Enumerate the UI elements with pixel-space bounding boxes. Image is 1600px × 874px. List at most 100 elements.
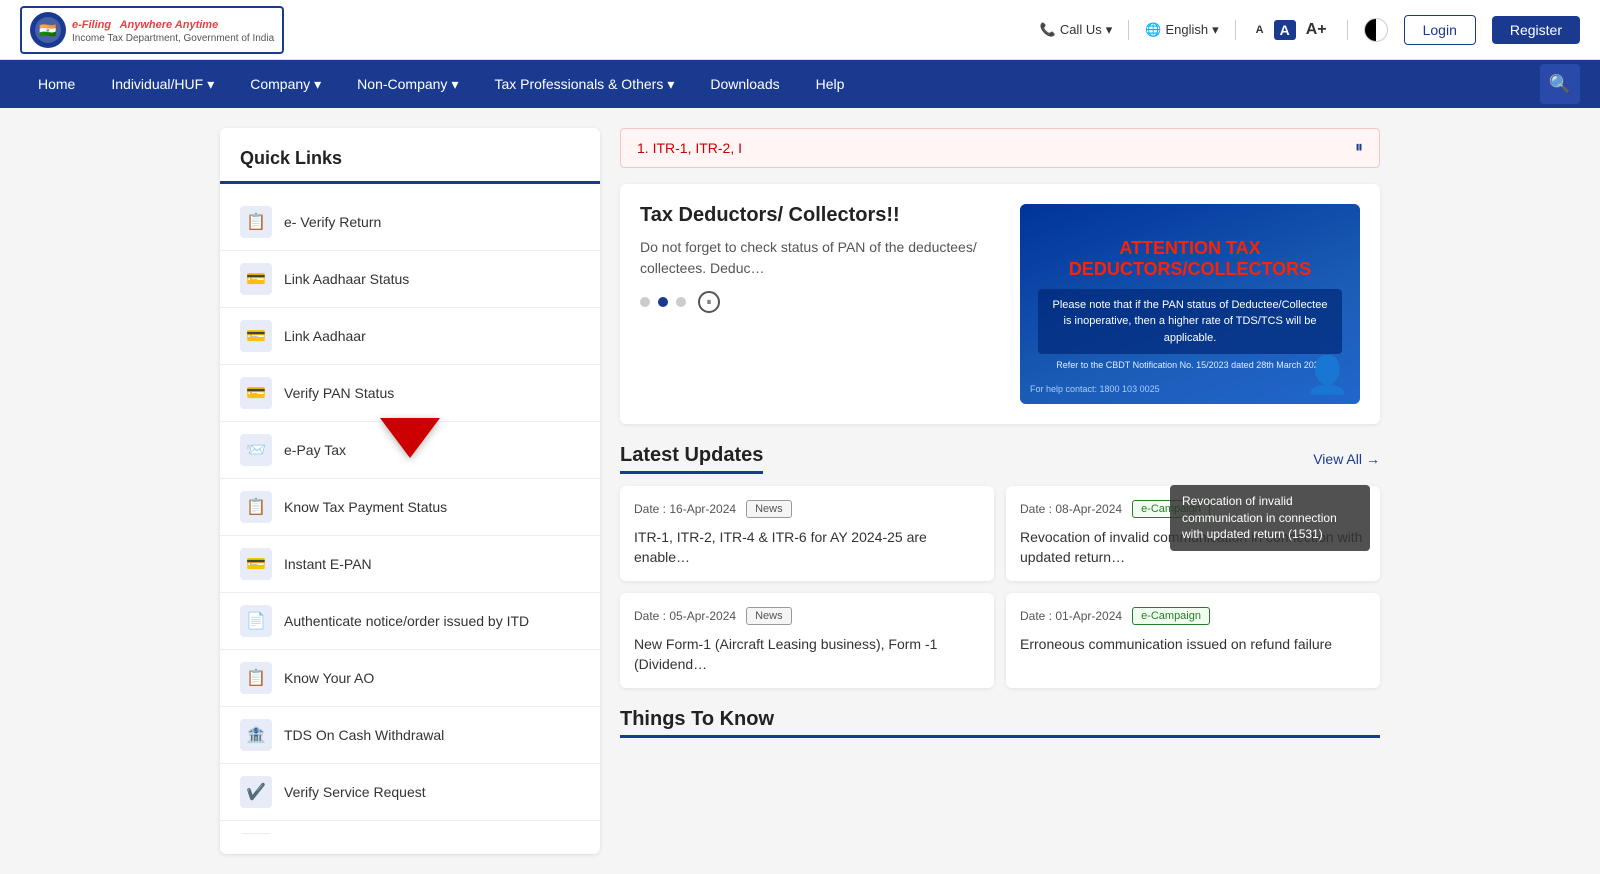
epay-tax-icon: 📨 [240, 434, 272, 466]
tax-payment-status-icon: 📋 [240, 491, 272, 523]
verify-service-label: Verify Service Request [284, 784, 426, 800]
ticker-bar: 1. ITR-1, ITR-2, I ⏸ [620, 128, 1380, 168]
link-aadhaar-label: Link Aadhaar [284, 328, 366, 344]
list-item[interactable]: 🏦 TDS On Cash Withdrawal [220, 707, 600, 764]
update-card[interactable]: Date : 05-Apr-2024 News New Form-1 (Airc… [620, 593, 994, 688]
update-card[interactable]: Date : 01-Apr-2024 e-Campaign Erroneous … [1006, 593, 1380, 688]
nav-home-label: Home [38, 76, 75, 92]
list-item[interactable]: 💳 Link Aadhaar Status [220, 251, 600, 308]
ticker-text: 1. ITR-1, ITR-2, I [637, 140, 742, 156]
font-large-button[interactable]: A+ [1302, 19, 1331, 41]
update-text-1: ITR-1, ITR-2, ITR-4 & ITR-6 for AY 2024-… [634, 528, 980, 567]
carousel-dot-1[interactable] [640, 297, 650, 307]
top-header: 🇮🇳 e-Filing Anywhere Anytime Income Tax … [0, 0, 1600, 60]
nav-help-label: Help [816, 76, 845, 92]
logo-text: e-Filing Anywhere Anytime Income Tax Dep… [72, 15, 274, 44]
things-to-know-title: Things To Know [620, 708, 1380, 738]
e-verify-label: e- Verify Return [284, 214, 381, 230]
view-all-button[interactable]: View All → [1313, 451, 1380, 467]
search-button[interactable]: 🔍 [1540, 64, 1580, 104]
update-text-4: Erroneous communication issued on refund… [1020, 635, 1366, 655]
nav-individual[interactable]: Individual/HUF ▾ [93, 60, 232, 108]
call-us-button[interactable]: 📞 Call Us ▾ [1040, 22, 1113, 38]
list-item[interactable]: 💳 Instant E-PAN [220, 536, 600, 593]
header-right: 📞 Call Us ▾ 🌐 English ▾ A A A+ Login Reg… [1040, 15, 1580, 45]
update-tag-news-1: News [746, 500, 792, 518]
latest-updates-title: Latest Updates [620, 444, 763, 474]
tax-payment-status-label: Know Tax Payment Status [284, 499, 447, 515]
search-icon: 🔍 [1549, 74, 1571, 95]
login-button[interactable]: Login [1404, 15, 1476, 45]
font-medium-button[interactable]: A [1274, 20, 1296, 40]
tax-evasion-label: Submit Information on Tax Evasion or Ben… [284, 833, 580, 834]
nav-help[interactable]: Help [798, 60, 863, 108]
update-tag-news-3: News [746, 607, 792, 625]
logo-subtitle: Income Tax Department, Government of Ind… [72, 33, 274, 44]
register-button[interactable]: Register [1492, 16, 1580, 44]
know-your-ao-label: Know Your AO [284, 670, 374, 686]
e-verify-icon: 📋 [240, 206, 272, 238]
banner-img-title: ATTENTION TAXDEDUCTORS/COLLECTORS [1030, 238, 1350, 281]
update-card[interactable]: Date : 08-Apr-2024 e-Campaign Revocation… [1006, 486, 1380, 581]
update-date-4: Date : 01-Apr-2024 [1020, 609, 1122, 623]
carousel-dots: ⏸ [640, 291, 1000, 313]
divider-1 [1128, 20, 1129, 40]
list-item[interactable]: 📄 Authenticate notice/order issued by IT… [220, 593, 600, 650]
non-company-dropdown-icon: ▾ [451, 76, 458, 93]
sidebar-scroll[interactable]: 📋 e- Verify Return 💳 Link Aadhaar Status… [220, 194, 600, 834]
list-item[interactable]: 💳 Link Aadhaar [220, 308, 600, 365]
updates-grid: Date : 16-Apr-2024 News ITR-1, ITR-2, IT… [620, 486, 1380, 688]
logo-area: 🇮🇳 e-Filing Anywhere Anytime Income Tax … [20, 6, 284, 54]
nav-non-company[interactable]: Non-Company ▾ [339, 60, 476, 108]
emblem-icon: 🇮🇳 [30, 12, 66, 48]
link-aadhaar-status-label: Link Aadhaar Status [284, 271, 409, 287]
nav-home[interactable]: Home [20, 60, 93, 108]
banner-text-area: Tax Deductors/ Collectors!! Do not forge… [640, 204, 1000, 404]
tooltip-overlay: Revocation of invalid communication in c… [1170, 485, 1370, 551]
language-label: English [1165, 22, 1208, 37]
list-item[interactable]: ✔️ Verify Service Request [220, 764, 600, 821]
content-wrap: Quick Links 📋 e- Verify Return 💳 Link Aa… [200, 128, 1400, 854]
person-icon: 👤 [1305, 354, 1350, 396]
link-aadhaar-icon: 💳 [240, 320, 272, 352]
epay-tax-label: e-Pay Tax [284, 442, 346, 458]
update-date-1: Date : 16-Apr-2024 [634, 502, 736, 516]
list-item[interactable]: 📋 Know Tax Payment Status [220, 479, 600, 536]
contrast-button[interactable] [1364, 18, 1388, 42]
latest-updates-header: Latest Updates View All → [620, 444, 1380, 474]
call-dropdown-icon: ▾ [1106, 22, 1113, 38]
banner-title: Tax Deductors/ Collectors!! [640, 204, 1000, 227]
carousel-dot-2[interactable] [658, 297, 668, 307]
logo-efiling: e-Filing Anywhere Anytime [72, 15, 274, 33]
logo-tagline: Anywhere Anytime [120, 19, 219, 31]
update-card[interactable]: Date : 16-Apr-2024 News ITR-1, ITR-2, IT… [620, 486, 994, 581]
list-item[interactable]: 💳 Verify PAN Status [220, 365, 600, 422]
language-selector[interactable]: 🌐 English ▾ [1145, 22, 1218, 38]
list-item[interactable]: 📋 Know Your AO [220, 650, 600, 707]
update-meta-1: Date : 16-Apr-2024 News [634, 500, 980, 518]
logo-box: 🇮🇳 e-Filing Anywhere Anytime Income Tax … [20, 6, 284, 54]
globe-icon: 🌐 [1145, 22, 1161, 38]
banner-img-note: Refer to the CBDT Notification No. 15/20… [1030, 360, 1350, 370]
list-item[interactable]: 📋 e- Verify Return [220, 194, 600, 251]
ticker-pause-icon[interactable]: ⏸ [1355, 139, 1363, 157]
nav-company-label: Company [250, 76, 310, 92]
verify-service-icon: ✔️ [240, 776, 272, 808]
font-small-button[interactable]: A [1252, 22, 1268, 38]
update-text-3: New Form-1 (Aircraft Leasing business), … [634, 635, 980, 674]
divider-2 [1235, 20, 1236, 40]
nav-tax-professionals[interactable]: Tax Professionals & Others ▾ [476, 60, 692, 108]
banner-section: Tax Deductors/ Collectors!! Do not forge… [620, 184, 1380, 424]
arrow-indicator [380, 418, 440, 458]
banner-img-footer: For help contact: 1800 103 0025 [1030, 384, 1160, 396]
banner-description: Do not forget to check status of PAN of … [640, 237, 1000, 279]
carousel-pause-button[interactable]: ⏸ [698, 291, 720, 313]
sidebar-title: Quick Links [220, 148, 600, 184]
carousel-dot-3[interactable] [676, 297, 686, 307]
nav-company[interactable]: Company ▾ [232, 60, 339, 108]
view-all-label: View All [1313, 451, 1362, 467]
nav-downloads[interactable]: Downloads [692, 60, 797, 108]
sidebar: Quick Links 📋 e- Verify Return 💳 Link Aa… [220, 128, 600, 854]
list-item[interactable]: 🔍 Submit Information on Tax Evasion or B… [220, 821, 600, 834]
verify-pan-label: Verify PAN Status [284, 385, 394, 401]
